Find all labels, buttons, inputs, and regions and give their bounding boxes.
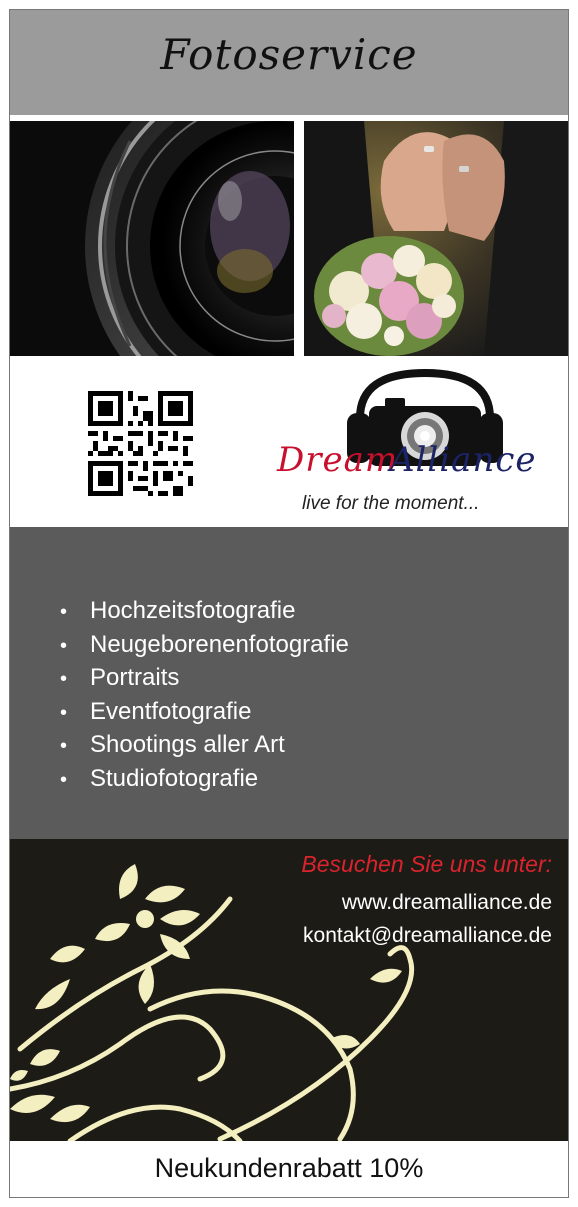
- bullet-icon: •: [60, 668, 68, 690]
- camera-lens-photo: [10, 121, 294, 356]
- contact-section: Besuchen Sie uns unter: www.dreamallianc…: [10, 839, 568, 1141]
- brand-logo: Dream Alliance live for the moment...: [265, 368, 555, 523]
- bullet-icon: •: [60, 634, 68, 657]
- wedding-photo: [304, 121, 568, 356]
- qr-code[interactable]: [88, 391, 193, 496]
- floral-ornament-icon: [10, 864, 415, 1141]
- services-section: • Hochzeitsfotografie • Neugeborenenfotogr…: [10, 527, 568, 839]
- list-item: • Neugeborenenfotografie: [60, 629, 349, 663]
- footer: Neukundenrabatt 10%: [10, 1141, 568, 1197]
- list-item: • Eventfotografie: [60, 696, 349, 730]
- discount-text: Neukundenrabatt 10%: [154, 1153, 424, 1183]
- brand-name-dream: Dream: [277, 440, 399, 480]
- services-list: • Hochzeitsfotografie • Neugeborenenfotogr…: [60, 595, 349, 796]
- brand-name-alliance: Alliance: [390, 440, 537, 480]
- list-item: • Studiofotografie: [60, 763, 349, 797]
- visit-us-label: Besuchen Sie uns unter:: [301, 851, 552, 877]
- header-banner: Fotoservice: [10, 10, 568, 115]
- logo-section: Dream Alliance live for the moment...: [10, 356, 568, 527]
- list-item: • Portraits: [60, 662, 349, 696]
- website-link[interactable]: www.dreamalliance.de: [342, 891, 552, 915]
- bullet-icon: •: [60, 735, 68, 757]
- bullet-icon: •: [60, 701, 68, 724]
- page-title: Fotoservice: [160, 30, 418, 79]
- email-link[interactable]: kontakt@dreamalliance.de: [303, 924, 552, 948]
- brand-tagline: live for the moment...: [302, 493, 480, 514]
- bullet-icon: •: [60, 601, 68, 623]
- list-item: • Shootings aller Art: [60, 729, 349, 763]
- bullet-icon: •: [60, 768, 68, 791]
- list-item: • Hochzeitsfotografie: [60, 595, 349, 629]
- flyer: Fotoservice Dream Alliance live for the …: [9, 9, 569, 1198]
